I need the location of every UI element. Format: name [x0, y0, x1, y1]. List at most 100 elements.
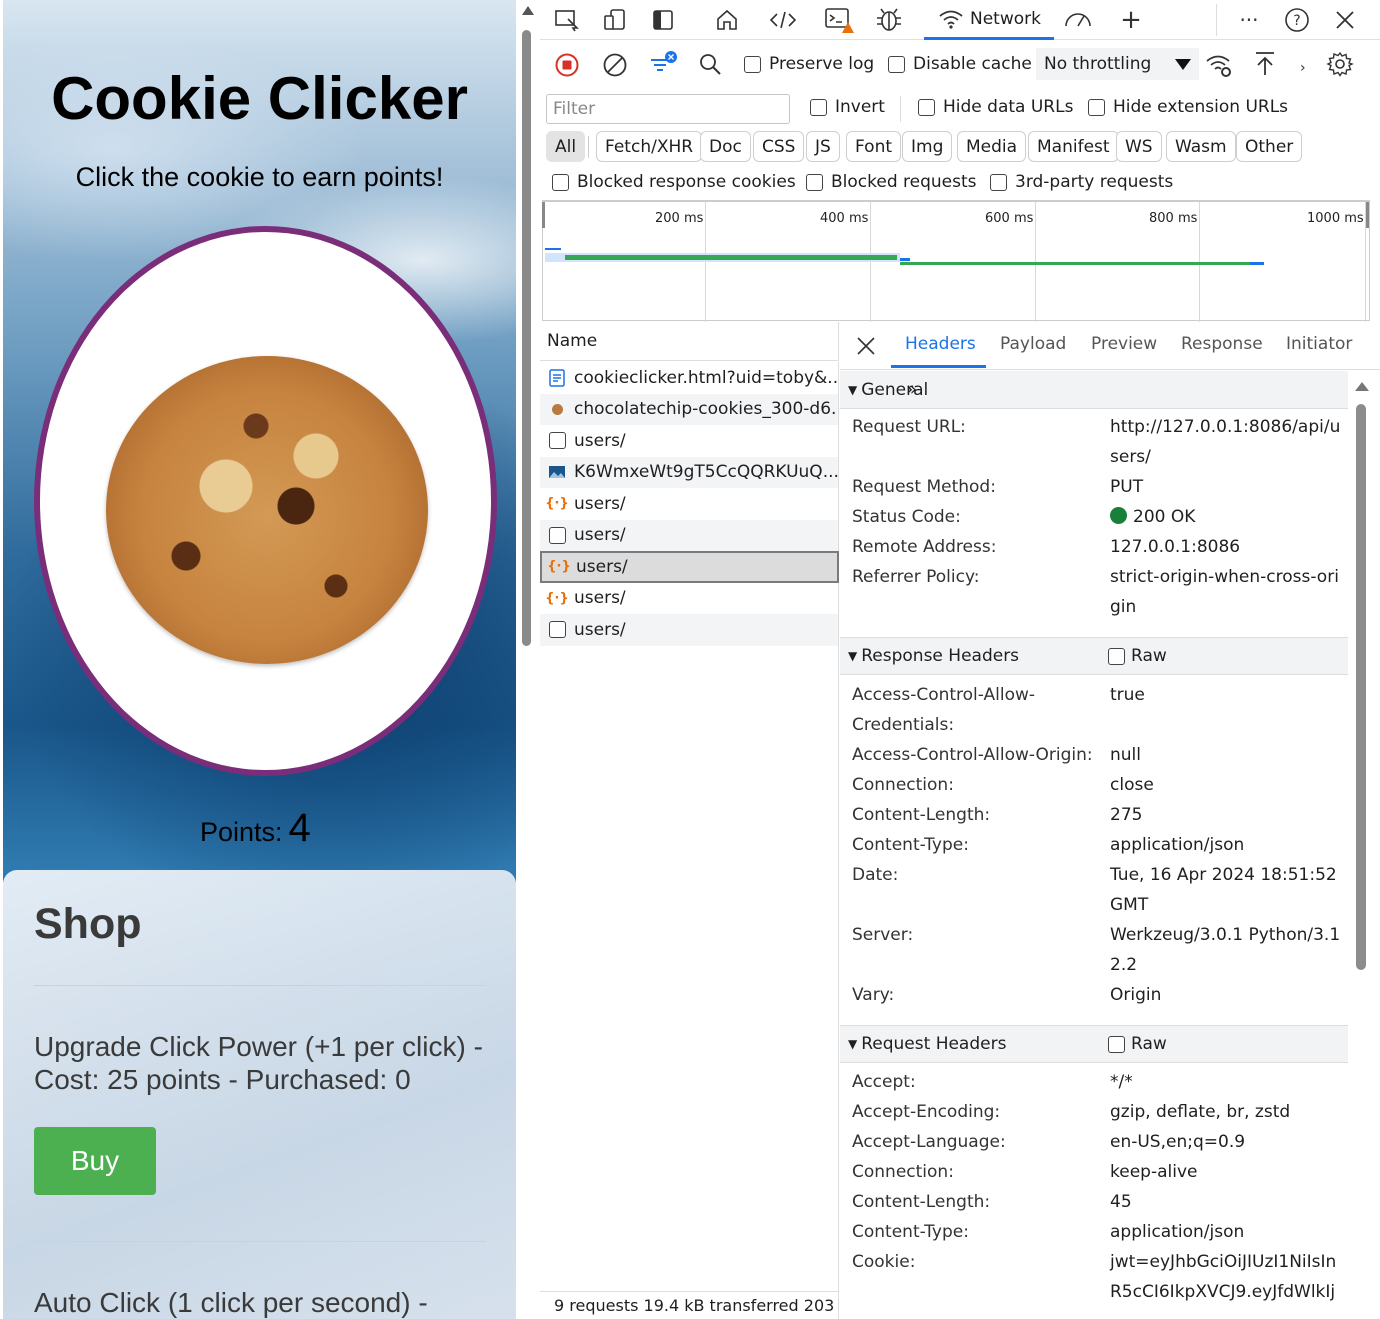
clear-icon[interactable] [602, 52, 628, 83]
close-details-icon[interactable] [856, 336, 876, 361]
header-value[interactable]: 275 [1110, 800, 1348, 830]
name-column-header[interactable]: Name [540, 322, 839, 361]
filter-input[interactable]: Filter [546, 94, 790, 124]
scroll-thumb[interactable] [1356, 404, 1366, 970]
request-headers-section-header[interactable]: ▼ Request Headers Raw [840, 1025, 1348, 1063]
header-value[interactable]: PUT [1110, 472, 1348, 502]
blocked-cookies-checkbox[interactable] [552, 173, 569, 191]
header-value[interactable]: application/json [1110, 830, 1348, 860]
filter-chip-other[interactable]: Other [1236, 131, 1303, 162]
more-toolbar-chevron-icon[interactable]: › [1300, 60, 1306, 76]
hide-extension-urls-checkbox[interactable] [1088, 98, 1105, 116]
details-scrollbar[interactable] [1352, 372, 1370, 1319]
raw-toggle[interactable]: Raw [1108, 1034, 1167, 1054]
tab-preview[interactable]: Preview [1091, 334, 1157, 354]
network-settings-gear-icon[interactable] [1326, 50, 1354, 83]
device-emulation-icon[interactable] [600, 6, 630, 34]
filter-chip-manifest[interactable]: Manifest [1028, 131, 1119, 162]
header-value[interactable]: gzip, deflate, br, zstd [1110, 1097, 1348, 1127]
hide-data-urls-checkbox[interactable] [918, 98, 935, 116]
header-value[interactable]: strict-origin-when-cross-origin [1110, 562, 1348, 622]
console-warning-icon[interactable] [822, 6, 858, 34]
sources-debug-icon[interactable] [872, 6, 906, 34]
cookie-image[interactable] [106, 356, 428, 664]
filter-chip-all[interactable]: All [546, 131, 586, 162]
timeline-overview[interactable]: 200 ms 400 ms 600 ms 800 ms 1000 ms [542, 200, 1370, 322]
blocked-requests-checkbox[interactable] [806, 173, 823, 191]
header-value[interactable]: jwt=eyJhbGciOiJIUzI1NiIsInR5cCI6IkpXVCJ9… [1110, 1247, 1348, 1307]
timeline-handle-left[interactable] [542, 202, 545, 228]
request-row-selected[interactable]: {·} users/ [540, 551, 839, 583]
header-value[interactable]: Origin [1110, 980, 1348, 1010]
tab-headers[interactable]: Headers [905, 334, 976, 354]
timeline-handle-right[interactable] [1366, 202, 1369, 228]
blocked-cookies-toggle[interactable]: Blocked response cookies [552, 172, 796, 192]
tab-payload[interactable]: Payload [1000, 334, 1066, 354]
filter-chip-font[interactable]: Font [846, 131, 902, 162]
header-value[interactable]: Werkzeug/3.0.1 Python/3.12.2 [1110, 920, 1348, 980]
disable-cache-toggle[interactable]: Disable cache [888, 54, 1032, 74]
filter-chip-media[interactable]: Media [957, 131, 1027, 162]
more-tools-plus-icon[interactable]: + [1116, 5, 1146, 35]
header-value[interactable]: Tue, 16 Apr 2024 18:51:52 GMT [1110, 860, 1348, 920]
search-icon[interactable] [698, 52, 724, 83]
request-row[interactable]: users/ [540, 614, 839, 646]
help-icon[interactable]: ? [1282, 6, 1312, 34]
page-scrollbar[interactable] [516, 0, 540, 1319]
filter-chip-ws[interactable]: WS [1116, 131, 1162, 162]
raw-checkbox[interactable] [1108, 1035, 1125, 1053]
scroll-up-arrow-icon[interactable] [1355, 382, 1369, 391]
tab-network[interactable]: Network [924, 0, 1054, 40]
blocked-requests-toggle[interactable]: Blocked requests [806, 172, 977, 192]
request-row[interactable]: {·} users/ [540, 582, 839, 614]
header-value[interactable]: keep-alive [1110, 1157, 1348, 1187]
filter-chip-img[interactable]: Img [902, 131, 953, 162]
filter-chip-js[interactable]: JS [806, 131, 840, 162]
request-row[interactable]: K6WmxeWt9gT5CcQQRKUuQ... [540, 456, 839, 488]
request-row[interactable]: users/ [540, 425, 839, 457]
general-section-header[interactable]: ▼ General » [840, 371, 1348, 409]
response-headers-section-header[interactable]: ▼ Response Headers Raw [840, 637, 1348, 675]
invert-checkbox[interactable] [810, 98, 827, 116]
raw-toggle[interactable]: Raw [1108, 646, 1167, 666]
filter-chip-css[interactable]: CSS [753, 131, 805, 162]
header-value[interactable]: close [1110, 770, 1348, 800]
import-har-icon[interactable] [1252, 50, 1278, 83]
more-options-icon[interactable]: ··· [1234, 6, 1264, 34]
third-party-toggle[interactable]: 3rd-party requests [990, 172, 1173, 192]
filter-chip-doc[interactable]: Doc [700, 131, 751, 162]
network-conditions-icon[interactable] [1204, 52, 1234, 85]
elements-icon[interactable] [766, 6, 800, 34]
header-value[interactable]: 127.0.0.1:8086 [1110, 532, 1348, 562]
third-party-checkbox[interactable] [990, 173, 1007, 191]
hide-data-urls-toggle[interactable]: Hide data URLs [918, 97, 1073, 117]
header-value[interactable]: null [1110, 740, 1348, 770]
request-row[interactable]: chocolatechip-cookies_300-d6... [540, 393, 839, 425]
throttling-select[interactable]: No throttling [1036, 48, 1200, 80]
inspect-element-icon[interactable] [552, 6, 582, 34]
performance-icon[interactable] [1060, 6, 1096, 34]
tab-response[interactable]: Response [1181, 334, 1263, 354]
filter-chip-fetch-xhr[interactable]: Fetch/XHR [596, 131, 703, 162]
disable-cache-checkbox[interactable] [888, 55, 905, 73]
header-value[interactable]: http://127.0.0.1:8086/api/users/ [1110, 412, 1348, 472]
request-row[interactable]: {·} users/ [540, 488, 839, 520]
header-value[interactable]: application/json [1110, 1217, 1348, 1247]
tab-initiator[interactable]: Initiator [1286, 334, 1352, 354]
status-code-value[interactable]: 200 OK [1110, 502, 1348, 532]
header-value[interactable]: */* [1110, 1067, 1348, 1097]
preserve-log-checkbox[interactable] [744, 55, 761, 73]
toggle-sidebar-icon[interactable] [648, 6, 678, 34]
preserve-log-toggle[interactable]: Preserve log [744, 54, 874, 74]
close-devtools-icon[interactable] [1330, 6, 1360, 34]
scroll-thumb[interactable] [522, 30, 531, 646]
welcome-home-icon[interactable] [710, 6, 744, 34]
header-value[interactable]: 45 [1110, 1187, 1348, 1217]
header-value[interactable]: en-US,en;q=0.9 [1110, 1127, 1348, 1157]
request-row[interactable]: cookieclicker.html?uid=toby&... [540, 362, 839, 394]
buy-button[interactable]: Buy [34, 1127, 156, 1195]
filter-chip-wasm[interactable]: Wasm [1166, 131, 1236, 162]
record-icon[interactable] [554, 52, 580, 83]
raw-checkbox[interactable] [1108, 647, 1125, 665]
invert-toggle[interactable]: Invert [810, 97, 885, 117]
